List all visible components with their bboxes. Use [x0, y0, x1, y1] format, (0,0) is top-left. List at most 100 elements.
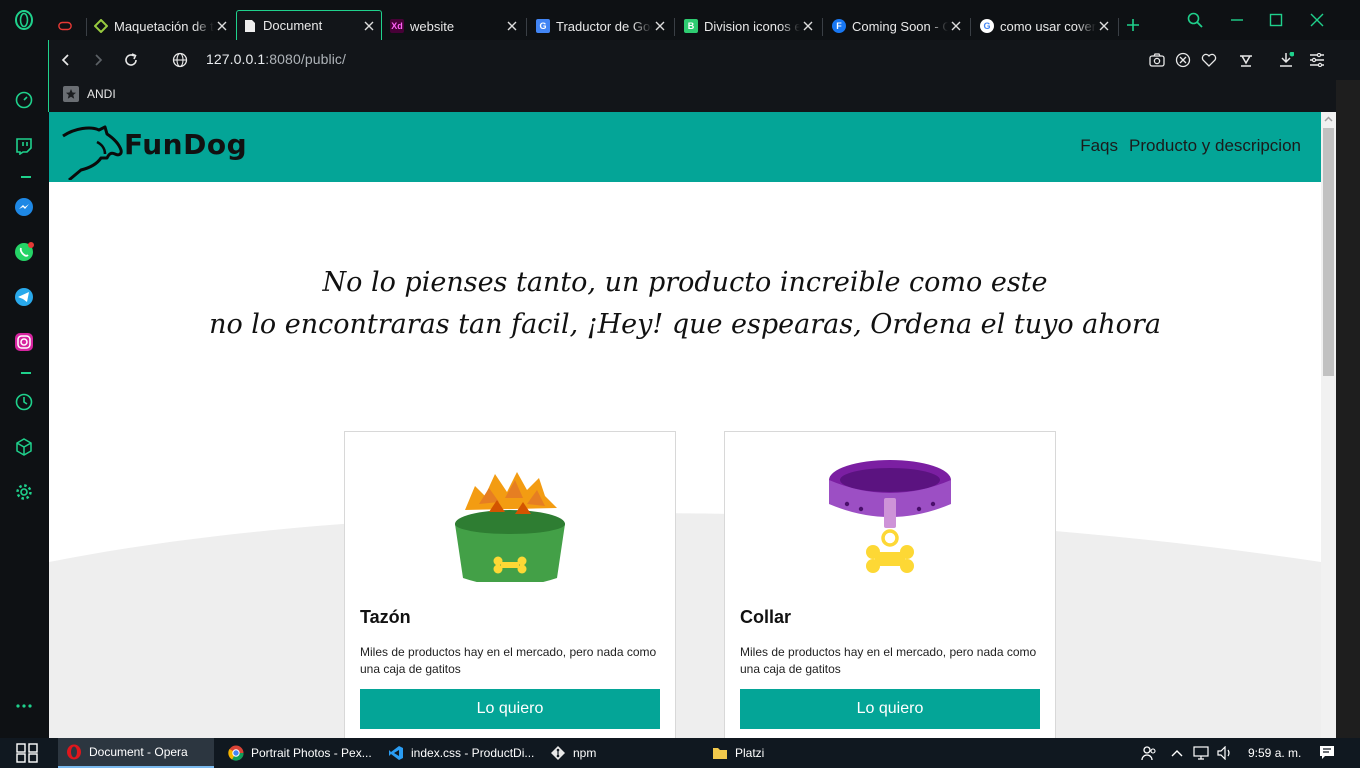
- taskbar-item-npm[interactable]: npm: [542, 738, 700, 768]
- tab-label: Maquetación de t: [114, 18, 214, 34]
- extensions-cube-icon[interactable]: [14, 437, 34, 457]
- tab-label: Traductor de Goo: [556, 18, 652, 34]
- tab-divider: [1118, 18, 1119, 36]
- opera-menu-icon[interactable]: [14, 10, 34, 30]
- forward-arrow-icon[interactable]: [89, 51, 107, 69]
- close-tab-icon[interactable]: [1096, 18, 1112, 34]
- tray-chevron-up-icon[interactable]: [1168, 744, 1186, 762]
- tab-website[interactable]: Xd website: [384, 12, 524, 40]
- instagram-icon[interactable]: [14, 332, 34, 352]
- star-bookmark-icon: [63, 86, 79, 102]
- tab-division-iconos[interactable]: B Division iconos e: [678, 12, 820, 40]
- download-icon[interactable]: [1277, 51, 1295, 69]
- dog-logo-icon[interactable]: [61, 124, 123, 182]
- tab-label: Coming Soon - G: [852, 18, 948, 34]
- network-monitor-icon[interactable]: [1192, 744, 1210, 762]
- globe-icon: [171, 51, 189, 69]
- taskbar-item-chrome[interactable]: Portrait Photos - Pex...: [220, 738, 374, 768]
- product-card: Tazón Miles de productos hay en el merca…: [344, 431, 676, 738]
- ad-blocker-icon[interactable]: [1174, 51, 1192, 69]
- platzi-icon: [94, 19, 108, 33]
- twitch-icon[interactable]: [14, 136, 34, 156]
- taskbar-item-opera[interactable]: Document - Opera: [58, 738, 214, 768]
- gamepad-icon: [58, 19, 72, 33]
- site-logo[interactable]: FunDog: [124, 128, 247, 161]
- more-dots-icon[interactable]: [14, 696, 34, 716]
- tab-maquetacion[interactable]: Maquetación de t: [88, 12, 234, 40]
- product-title: Tazón: [360, 607, 411, 627]
- tab-como-usar-cover[interactable]: G como usar cover: [974, 12, 1116, 40]
- tab-traductor[interactable]: G Traductor de Goo: [530, 12, 672, 40]
- bookmark-label: ANDI: [87, 87, 116, 101]
- taskbar-label: npm: [573, 746, 597, 760]
- tab-divider: [674, 18, 675, 36]
- bookmark-andi[interactable]: ANDI: [63, 86, 116, 102]
- taskbar-item-platzi-folder[interactable]: Platzi: [704, 738, 862, 768]
- site-nav: Faqs Producto y descripcion: [1080, 136, 1301, 156]
- git-icon: [550, 745, 566, 761]
- folder-icon: [712, 745, 728, 761]
- site-header: FunDog Faqs Producto y descripcion: [49, 112, 1321, 182]
- page-scrollbar[interactable]: [1321, 112, 1336, 738]
- people-icon[interactable]: [1140, 744, 1158, 762]
- heart-bookmark-icon[interactable]: [1200, 51, 1218, 69]
- messenger-icon[interactable]: [14, 197, 34, 217]
- tab-label: Division iconos e: [704, 18, 800, 34]
- maximize-icon[interactable]: [1267, 11, 1285, 29]
- vscode-icon: [388, 745, 404, 761]
- tab-strip: Maquetación de t Document Xd website G T…: [48, 0, 1360, 40]
- tab-divider: [526, 18, 527, 36]
- document-icon: [243, 19, 257, 33]
- f-logo-icon: F: [832, 19, 846, 33]
- tab-gamepad[interactable]: [52, 12, 84, 40]
- taskbar-item-vscode[interactable]: index.css - ProductDi...: [380, 738, 538, 768]
- close-tab-icon[interactable]: [214, 18, 230, 34]
- nav-link-faqs[interactable]: Faqs: [1080, 136, 1118, 156]
- url-field[interactable]: 127.0.0.1:8080/public/: [206, 51, 346, 67]
- camera-snapshot-icon[interactable]: [1148, 51, 1166, 69]
- vpn-flow-icon[interactable]: [1237, 51, 1255, 69]
- lo-quiero-button[interactable]: Lo quiero: [360, 689, 660, 729]
- system-clock[interactable]: 9:59 a. m.: [1248, 746, 1301, 760]
- close-tab-icon[interactable]: [948, 18, 964, 34]
- settings-gear-icon[interactable]: [14, 482, 34, 502]
- tab-divider: [822, 18, 823, 36]
- task-view-icon[interactable]: [6, 738, 48, 768]
- telegram-icon[interactable]: [14, 287, 34, 307]
- web-viewport: FunDog Faqs Producto y descripcion No lo…: [49, 112, 1336, 738]
- speed-dial-icon[interactable]: [14, 90, 34, 110]
- search-tabs-icon[interactable]: [1186, 11, 1204, 29]
- taskbar-label: Portrait Photos - Pex...: [251, 746, 372, 760]
- reload-icon[interactable]: [122, 51, 140, 69]
- close-tab-icon[interactable]: [800, 18, 816, 34]
- easy-setup-menu-icon[interactable]: [1308, 51, 1326, 69]
- scrollbar-thumb[interactable]: [1323, 128, 1334, 376]
- close-tab-icon[interactable]: [652, 18, 668, 34]
- url-host: 127.0.0.1: [206, 51, 266, 67]
- tab-divider: [86, 18, 87, 36]
- action-center-icon[interactable]: [1318, 744, 1336, 762]
- minimize-icon[interactable]: [1228, 11, 1246, 29]
- tab-document[interactable]: Document: [236, 10, 382, 40]
- tab-coming-soon[interactable]: F Coming Soon - G: [826, 12, 968, 40]
- address-bar: 127.0.0.1:8080/public/: [48, 40, 1360, 80]
- lo-quiero-button[interactable]: Lo quiero: [740, 689, 1040, 729]
- nav-link-producto[interactable]: Producto y descripcion: [1129, 136, 1301, 156]
- screen: Maquetación de t Document Xd website G T…: [0, 0, 1360, 768]
- new-tab-plus-icon[interactable]: [1124, 16, 1142, 34]
- whatsapp-icon[interactable]: [14, 242, 34, 262]
- bookmarks-bar: ANDI: [48, 80, 1360, 112]
- taskbar-label: Document - Opera: [89, 745, 188, 759]
- close-tab-icon[interactable]: [504, 18, 520, 34]
- volume-icon[interactable]: [1216, 744, 1234, 762]
- tab-label: Document: [263, 18, 323, 33]
- scroll-up-arrow-icon[interactable]: [1324, 115, 1333, 124]
- tab-label: como usar cover: [1000, 18, 1096, 34]
- history-icon[interactable]: [14, 392, 34, 412]
- chrome-icon: [228, 745, 244, 761]
- close-window-icon[interactable]: [1308, 11, 1326, 29]
- back-arrow-icon[interactable]: [57, 51, 75, 69]
- close-tab-icon[interactable]: [361, 18, 377, 34]
- product-card: Collar Miles de productos hay en el merc…: [724, 431, 1056, 738]
- tab-divider: [970, 18, 971, 36]
